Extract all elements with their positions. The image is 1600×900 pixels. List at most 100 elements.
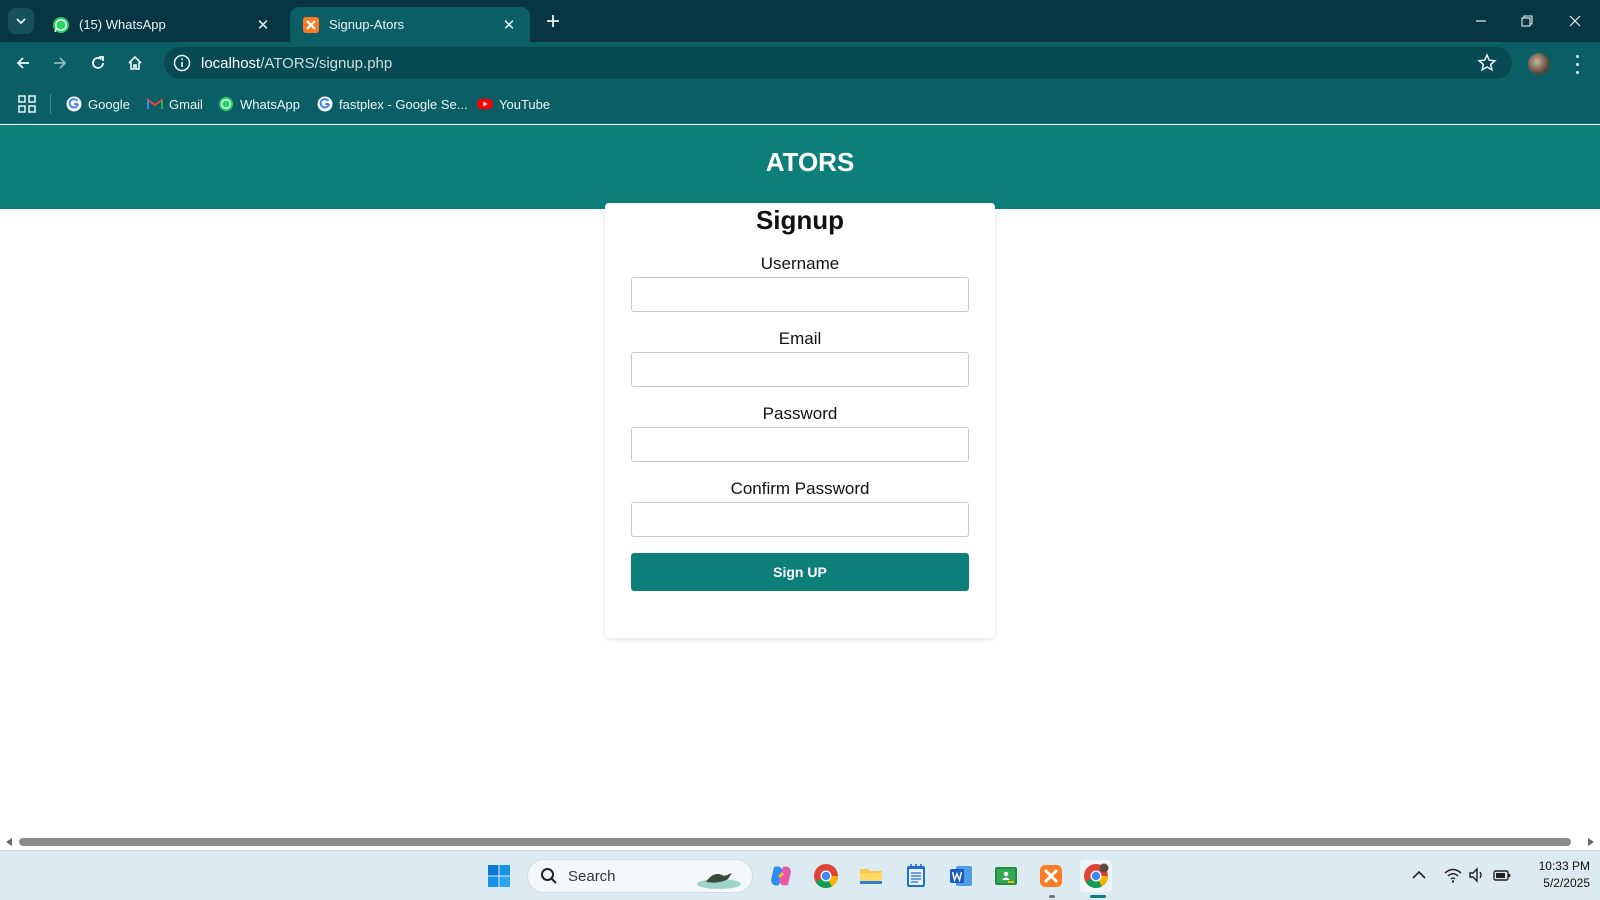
windows-start-icon [488,865,510,887]
search-icon [541,868,557,884]
word-icon [950,866,972,886]
bookmarks-bar: Google Gmail WhatsApp fastplex - Google … [0,84,1600,124]
signup-button[interactable]: Sign UP [631,553,969,591]
home-button[interactable] [121,49,149,77]
signup-form: Signup Username Email Password Confirm P… [605,203,995,638]
site-info-icon[interactable] [172,53,192,73]
scroll-right-icon[interactable] [1586,837,1596,847]
search-placeholder: Search [568,867,616,885]
tab-search-button[interactable] [8,8,34,34]
taskbar-copilot[interactable] [765,860,797,892]
email-label: Email [778,329,822,348]
whatsapp-icon [219,97,233,111]
bookmark-label: fastplex - Google Se... [339,96,468,112]
minimize-icon [1476,20,1486,22]
taskbar-word[interactable] [945,860,977,892]
site-title: ATORS [765,147,855,177]
minimize-button[interactable] [1458,0,1504,42]
xampp-running-indicator [1049,895,1055,898]
scrollbar-thumb[interactable] [19,838,1571,846]
clock-date: 5/2/2025 [1543,876,1590,890]
taskbar-classroom[interactable] [990,860,1022,892]
windows-taskbar: Search 10:33 PM 5/2/2025 [0,850,1600,900]
whatsapp-icon [53,16,69,33]
taskbar-chrome-active[interactable] [1080,860,1112,892]
google-icon [317,96,333,112]
browser-toolbar: localhost/ATORS/signup.php [0,42,1600,84]
profile-avatar[interactable] [1528,53,1550,75]
apps-grid-icon[interactable] [18,95,36,113]
chrome-icon [814,864,838,889]
close-tab-icon[interactable]: ✕ [500,16,518,34]
plus-icon [547,15,559,27]
bookmark-google[interactable]: Google [66,92,130,116]
bookmark-label: WhatsApp [240,96,300,112]
scroll-left-icon[interactable] [4,837,14,847]
bookmark-gmail[interactable]: Gmail [147,92,203,116]
bookmarks-divider [50,94,51,114]
google-icon [66,96,82,112]
bookmark-label: Google [88,96,130,112]
reload-button[interactable] [84,49,112,77]
address-bar[interactable]: localhost/ATORS/signup.php [164,47,1512,79]
taskbar-file-explorer[interactable] [855,860,887,892]
arrow-right-icon [54,57,67,69]
restore-button[interactable] [1504,0,1550,42]
chrome-active-indicator [1090,895,1106,898]
new-tab-button[interactable] [540,8,566,34]
classroom-icon [995,867,1017,885]
reload-icon [92,56,104,69]
confirm-password-label: Confirm Password [730,479,870,498]
chrome-profile-icon [1084,863,1109,889]
bookmark-fastplex[interactable]: fastplex - Google Se... [317,92,468,116]
bookmark-label: YouTube [499,96,551,112]
email-input[interactable] [631,352,969,387]
tab-title: Signup-Ators [329,17,405,32]
youtube-icon [477,99,493,109]
username-input[interactable] [631,277,969,312]
copilot-icon [771,866,791,886]
bookmark-youtube[interactable]: YouTube [477,92,550,116]
confirm-password-input[interactable] [631,502,969,537]
close-window-button[interactable] [1552,0,1598,42]
clock-time: 10:33 PM [1538,859,1590,873]
taskbar-xampp[interactable] [1035,860,1067,892]
url-host: localhost [201,55,261,72]
taskbar-search[interactable]: Search [527,859,753,893]
notepad-icon [907,864,925,887]
close-tab-icon[interactable]: ✕ [254,16,272,34]
xampp-icon [303,16,319,33]
browser-tab-bar: (15) WhatsApp ✕ Signup-Ators ✕ [0,0,1600,42]
wifi-icon[interactable] [1443,865,1463,885]
forward-button[interactable] [46,49,74,77]
taskbar-chrome[interactable] [810,860,842,892]
tab-signup-ators[interactable]: Signup-Ators ✕ [290,7,530,42]
password-label: Password [762,404,838,423]
close-icon [1569,15,1581,27]
bookmark-star-icon[interactable] [1476,52,1498,74]
site-header: ATORS [0,125,1600,209]
tab-title: (15) WhatsApp [79,17,166,32]
back-button[interactable] [9,49,37,77]
system-clock[interactable]: 10:33 PM 5/2/2025 [1520,858,1590,892]
horizontal-scrollbar[interactable] [0,834,1600,850]
tab-whatsapp[interactable]: (15) WhatsApp ✕ [40,7,284,42]
chevron-down-icon [16,18,26,25]
bookmark-whatsapp[interactable]: WhatsApp [218,92,300,116]
browser-menu-button[interactable] [1570,52,1584,76]
gmail-icon [147,98,163,109]
battery-icon[interactable] [1492,865,1512,885]
home-icon [128,55,142,70]
file-explorer-icon [860,869,882,884]
url-path: /ATORS/signup.php [260,55,393,72]
taskbar-notepad[interactable] [900,860,932,892]
arrow-left-icon [16,57,29,69]
bookmark-label: Gmail [169,96,203,112]
password-input[interactable] [631,427,969,462]
show-hidden-icons-icon[interactable] [1409,865,1429,885]
search-highlight-image [697,872,741,889]
xampp-icon [1040,865,1062,887]
start-button[interactable] [483,860,515,892]
form-heading: Signup [755,205,845,235]
volume-icon[interactable] [1467,865,1487,885]
